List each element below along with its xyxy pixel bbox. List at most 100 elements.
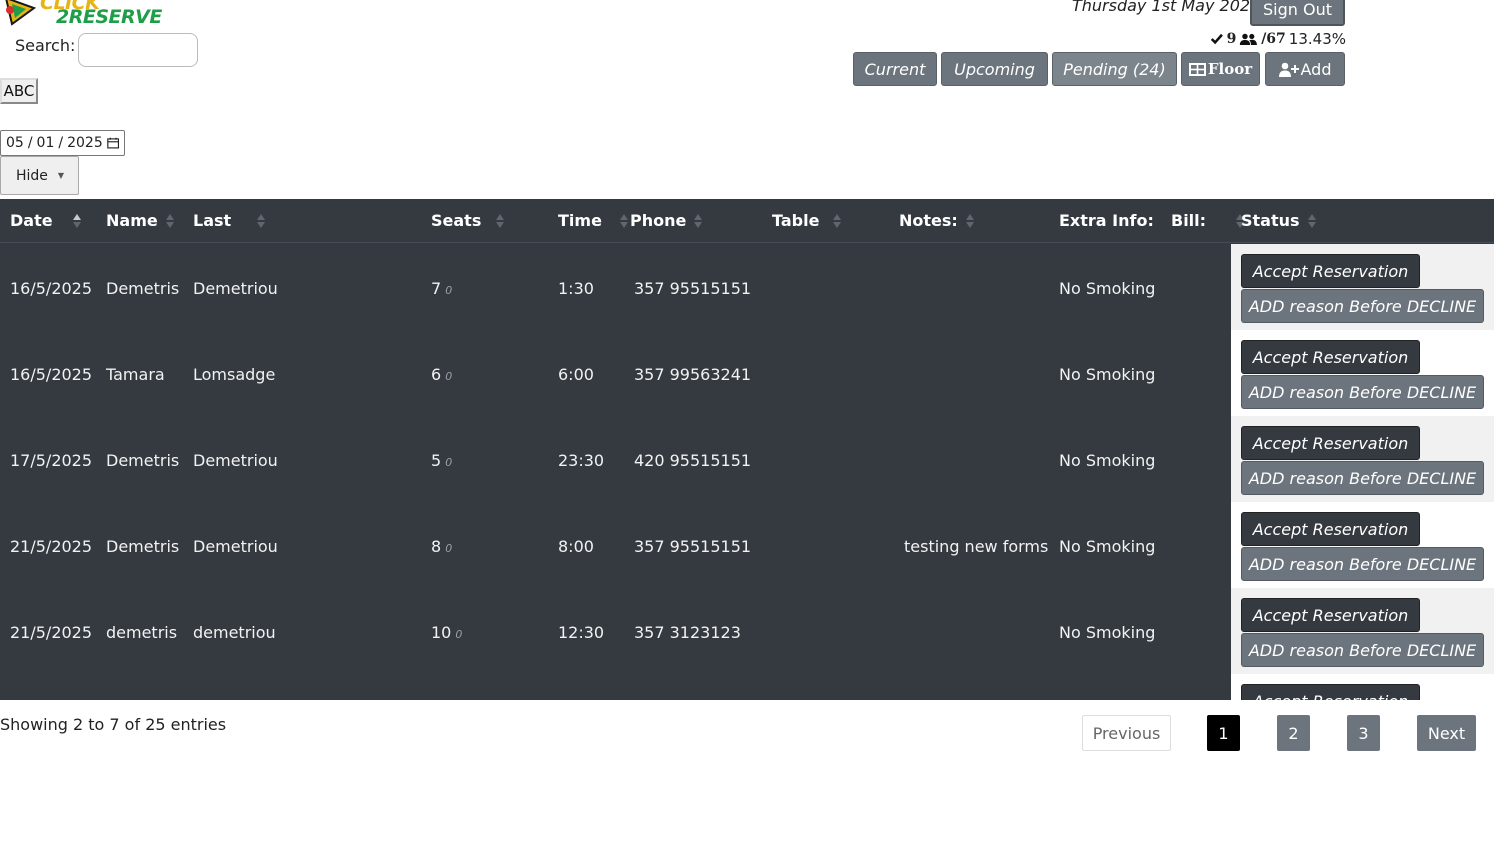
- calendar-icon[interactable]: [106, 136, 119, 150]
- cell-status: Accept Reservation ADD reason Before DEC…: [1231, 502, 1494, 588]
- hide-columns-dropdown[interactable]: Hide ▼: [0, 156, 79, 195]
- sort-icon: [694, 213, 703, 229]
- table-row: Accept Reservation: [0, 674, 1494, 700]
- sign-out-button[interactable]: Sign Out: [1250, 0, 1345, 26]
- cell-seats: 80: [431, 537, 453, 556]
- accept-reservation-button[interactable]: Accept Reservation: [1241, 512, 1420, 546]
- cell-name: Demetris: [106, 279, 180, 298]
- upcoming-button[interactable]: Upcoming: [941, 52, 1048, 86]
- search-label: Search:: [15, 36, 76, 55]
- cell-phone: 357 99563241: [634, 365, 752, 384]
- column-header-bill[interactable]: Bill:: [1171, 211, 1245, 230]
- floor-label: Floor: [1207, 60, 1253, 78]
- sort-icon: [165, 213, 174, 229]
- column-header-last[interactable]: Last: [193, 211, 266, 230]
- accept-reservation-button[interactable]: Accept Reservation: [1241, 254, 1420, 288]
- page-2-button[interactable]: 2: [1277, 715, 1310, 751]
- column-header-table[interactable]: Table: [772, 211, 842, 230]
- date-filter-input[interactable]: 05 / 01 / 2025: [0, 130, 125, 156]
- accept-reservation-button[interactable]: Accept Reservation: [1241, 598, 1420, 632]
- column-header-notes[interactable]: Notes:: [899, 211, 974, 230]
- decline-reason-button[interactable]: ADD reason Before DECLINE: [1241, 461, 1484, 495]
- cell-time: 23:30: [558, 451, 605, 470]
- abc-button[interactable]: ABC: [0, 78, 38, 104]
- sort-icon: [1307, 213, 1316, 229]
- decline-reason-button[interactable]: ADD reason Before DECLINE: [1241, 633, 1484, 667]
- cell-time: 1:30: [558, 279, 594, 298]
- decline-reason-button[interactable]: ADD reason Before DECLINE: [1241, 375, 1484, 409]
- page-1-button[interactable]: 1: [1207, 715, 1240, 751]
- column-header-seats[interactable]: Seats: [431, 211, 505, 230]
- reservations-table: Date Name Last Seats Time Phone Table No…: [0, 199, 1494, 700]
- sort-icon: [257, 213, 266, 229]
- add-reservation-button[interactable]: Add: [1265, 52, 1345, 86]
- cell-status: Accept Reservation ADD reason Before DEC…: [1231, 330, 1494, 416]
- logo-icon: [5, 0, 37, 26]
- column-header-time[interactable]: Time: [558, 211, 628, 230]
- cell-date: 21/5/2025: [10, 537, 93, 556]
- pending-button[interactable]: Pending (24): [1052, 52, 1177, 86]
- cell-time: 6:00: [558, 365, 594, 384]
- hide-label: Hide: [16, 167, 48, 184]
- page-3-button[interactable]: 3: [1347, 715, 1380, 751]
- column-header-status[interactable]: Status: [1241, 211, 1316, 230]
- cell-phone: 357 3123123: [634, 623, 741, 642]
- cell-extra-info: No Smoking: [1059, 279, 1156, 298]
- date-separator: /: [27, 135, 33, 151]
- current-button[interactable]: Current: [853, 52, 937, 86]
- sort-icon: [619, 213, 628, 229]
- cell-status: Accept Reservation: [1231, 674, 1494, 700]
- seats-extra: 0: [445, 456, 453, 469]
- seats-extra: 0: [445, 542, 453, 555]
- search-input[interactable]: [78, 33, 198, 67]
- cell-time: 12:30: [558, 623, 605, 642]
- cell-last: demetriou: [193, 623, 276, 642]
- seats-extra: 0: [455, 628, 463, 641]
- sort-icon: [72, 213, 81, 229]
- cell-phone: 357 95515151: [634, 537, 752, 556]
- table-row: 21/5/2025 Demetris Demetriou 80 8:00 357…: [0, 502, 1494, 588]
- column-header-name[interactable]: Name: [106, 211, 174, 230]
- sort-icon: [833, 213, 842, 229]
- cell-status: Accept Reservation ADD reason Before DEC…: [1231, 416, 1494, 502]
- guest-total: /67: [1261, 31, 1286, 47]
- cell-extra-info: No Smoking: [1059, 365, 1156, 384]
- floor-button[interactable]: Floor: [1181, 52, 1260, 86]
- occupancy-percent: 13.43%: [1288, 30, 1346, 48]
- cell-status: Accept Reservation ADD reason Before DEC…: [1231, 588, 1494, 674]
- decline-reason-button[interactable]: ADD reason Before DECLINE: [1241, 289, 1484, 323]
- column-header-date[interactable]: Date: [10, 211, 81, 230]
- reservation-stats: 9 /67 13.43%: [1210, 30, 1346, 48]
- cell-last: Demetriou: [193, 537, 278, 556]
- table-row: 16/5/2025 Demetris Demetriou 70 1:30 357…: [0, 244, 1494, 330]
- sort-icon: [496, 213, 505, 229]
- cell-last: Demetriou: [193, 451, 278, 470]
- cell-time: 8:00: [558, 537, 594, 556]
- cell-extra-info: No Smoking: [1059, 623, 1156, 642]
- cell-name: Demetris: [106, 451, 180, 470]
- cell-status: Accept Reservation ADD reason Before DEC…: [1231, 244, 1494, 330]
- accept-reservation-button[interactable]: Accept Reservation: [1241, 340, 1420, 374]
- cell-date: 21/5/2025: [10, 623, 93, 642]
- cell-extra-info: No Smoking: [1059, 451, 1156, 470]
- cell-seats: 70: [431, 279, 453, 298]
- cell-date: 16/5/2025: [10, 365, 93, 384]
- app-logo: CLICK 2RESERVE: [0, 0, 162, 28]
- table-header: Date Name Last Seats Time Phone Table No…: [0, 199, 1494, 243]
- date-day: 01: [36, 135, 55, 151]
- decline-reason-button[interactable]: ADD reason Before DECLINE: [1241, 547, 1484, 581]
- cell-phone: 357 95515151: [634, 279, 752, 298]
- column-header-phone[interactable]: Phone: [630, 211, 703, 230]
- cell-name: demetris: [106, 623, 178, 642]
- next-page-button[interactable]: Next: [1417, 715, 1476, 751]
- sort-icon: [965, 213, 974, 229]
- table-grid-icon: [1188, 62, 1206, 76]
- column-header-extra-info: Extra Info:: [1059, 211, 1154, 230]
- previous-page-button[interactable]: Previous: [1082, 715, 1171, 751]
- cell-last: Demetriou: [193, 279, 278, 298]
- accept-reservation-button[interactable]: Accept Reservation: [1241, 684, 1420, 700]
- date-separator: /: [58, 135, 64, 151]
- caret-down-icon: ▼: [57, 171, 65, 180]
- current-date: Thursday 1st May 2025: [1072, 0, 1261, 15]
- accept-reservation-button[interactable]: Accept Reservation: [1241, 426, 1420, 460]
